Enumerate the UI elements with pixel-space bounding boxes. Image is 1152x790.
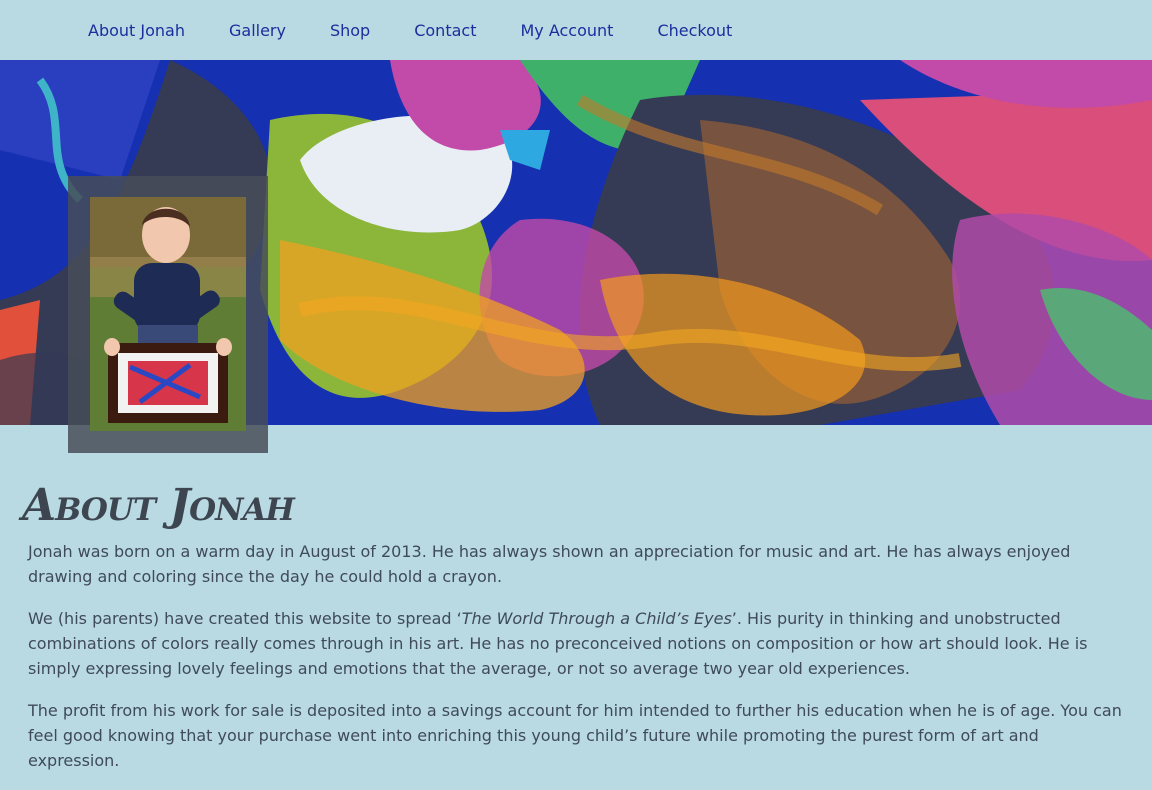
about-paragraph-2: We (his parents) have created this websi… xyxy=(28,606,1128,681)
jonah-photo xyxy=(90,197,246,431)
nav-checkout[interactable]: Checkout xyxy=(657,21,732,40)
page-title: About Jonah xyxy=(22,480,295,531)
profile-photo-frame xyxy=(68,176,268,453)
child-holding-artwork-image xyxy=(90,197,246,431)
paragraph-2-text-start: We (his parents) have created this websi… xyxy=(28,609,462,628)
about-paragraph-1: Jonah was born on a warm day in August o… xyxy=(28,542,1071,586)
nav-gallery[interactable]: Gallery xyxy=(229,21,286,40)
nav-about-jonah[interactable]: About Jonah xyxy=(88,21,185,40)
nav-contact[interactable]: Contact xyxy=(414,21,476,40)
nav-my-account[interactable]: My Account xyxy=(520,21,613,40)
nav-shop[interactable]: Shop xyxy=(330,21,370,40)
website-motto: The World Through a Child’s Eyes xyxy=(461,609,732,628)
main-navigation: About Jonah Gallery Shop Contact My Acco… xyxy=(0,0,1152,60)
about-content: About Jonah Jonah was born on a warm day… xyxy=(22,480,1128,790)
about-paragraph-3: The profit from his work for sale is dep… xyxy=(28,701,1122,770)
